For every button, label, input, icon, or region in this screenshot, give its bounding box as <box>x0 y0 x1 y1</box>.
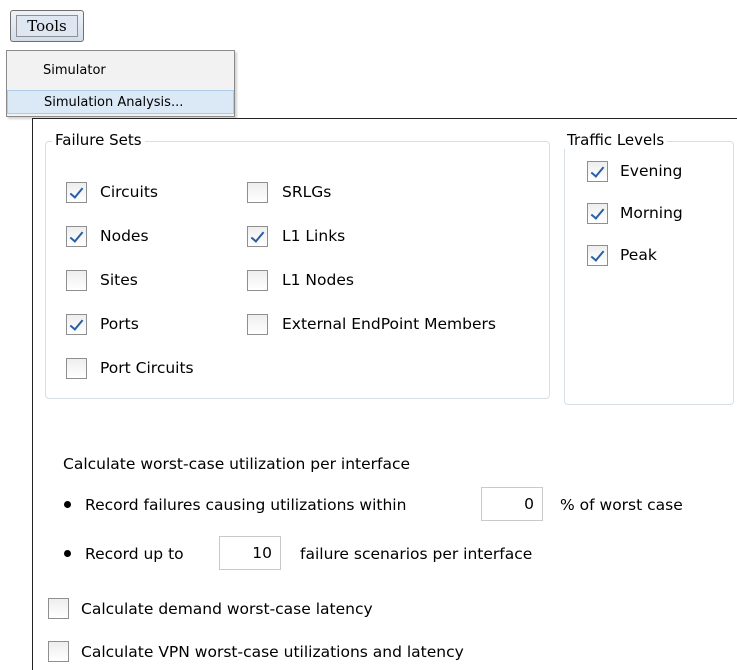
external-endpoint-members-label: External EndPoint Members <box>282 315 496 333</box>
peak-label: Peak <box>620 246 657 264</box>
demand-latency-label: Calculate demand worst-case latency <box>81 600 373 618</box>
evening-checkbox[interactable] <box>587 161 608 182</box>
l1-links-checkbox[interactable] <box>247 226 268 247</box>
menu-item-simulation-analysis[interactable]: Simulation Analysis... <box>7 90 234 114</box>
l1-nodes-checkbox[interactable] <box>247 270 268 291</box>
record-upto-prefix: Record up to <box>85 545 184 563</box>
circuits-label: Circuits <box>100 183 158 201</box>
peak-checkbox[interactable] <box>587 245 608 266</box>
srlgs-checkbox[interactable] <box>247 182 268 203</box>
tools-dropdown-menu: Simulator Simulation Analysis... <box>6 50 235 117</box>
bullet-icon <box>64 550 71 557</box>
record-within-prefix: Record failures causing utilizations wit… <box>85 496 407 514</box>
scenario-count-input[interactable]: 10 <box>219 536 281 570</box>
l1-links-label: L1 Links <box>282 227 346 245</box>
vpn-latency-checkbox[interactable] <box>48 641 69 662</box>
menu-item-simulator[interactable]: Simulator <box>7 59 234 83</box>
tools-menu-label: Tools <box>16 15 78 37</box>
l1-nodes-label: L1 Nodes <box>282 271 354 289</box>
sites-label: Sites <box>100 271 138 289</box>
simulation-analysis-dialog: Failure Sets Circuits Nodes Sites Ports … <box>32 118 737 670</box>
record-within-suffix: % of worst case <box>560 496 683 514</box>
sites-checkbox[interactable] <box>66 270 87 291</box>
demand-latency-checkbox[interactable] <box>48 598 69 619</box>
srlgs-label: SRLGs <box>282 183 332 201</box>
nodes-label: Nodes <box>100 227 149 245</box>
within-percent-input[interactable]: 0 <box>481 487 543 521</box>
vpn-latency-label: Calculate VPN worst-case utilizations an… <box>81 643 464 661</box>
circuits-checkbox[interactable] <box>66 182 87 203</box>
record-upto-suffix: failure scenarios per interface <box>300 545 533 563</box>
bullet-icon <box>64 501 71 508</box>
evening-label: Evening <box>620 162 683 180</box>
nodes-checkbox[interactable] <box>66 226 87 247</box>
tools-menu-button[interactable]: Tools <box>10 10 84 42</box>
failure-sets-title: Failure Sets <box>52 131 145 149</box>
ports-checkbox[interactable] <box>66 314 87 335</box>
morning-checkbox[interactable] <box>587 203 608 224</box>
ports-label: Ports <box>100 315 139 333</box>
port-circuits-checkbox[interactable] <box>66 358 87 379</box>
external-endpoint-members-checkbox[interactable] <box>247 314 268 335</box>
morning-label: Morning <box>620 204 683 222</box>
worst-case-heading: Calculate worst-case utilization per int… <box>63 455 411 473</box>
port-circuits-label: Port Circuits <box>100 359 194 377</box>
traffic-levels-title: Traffic Levels <box>564 131 668 149</box>
